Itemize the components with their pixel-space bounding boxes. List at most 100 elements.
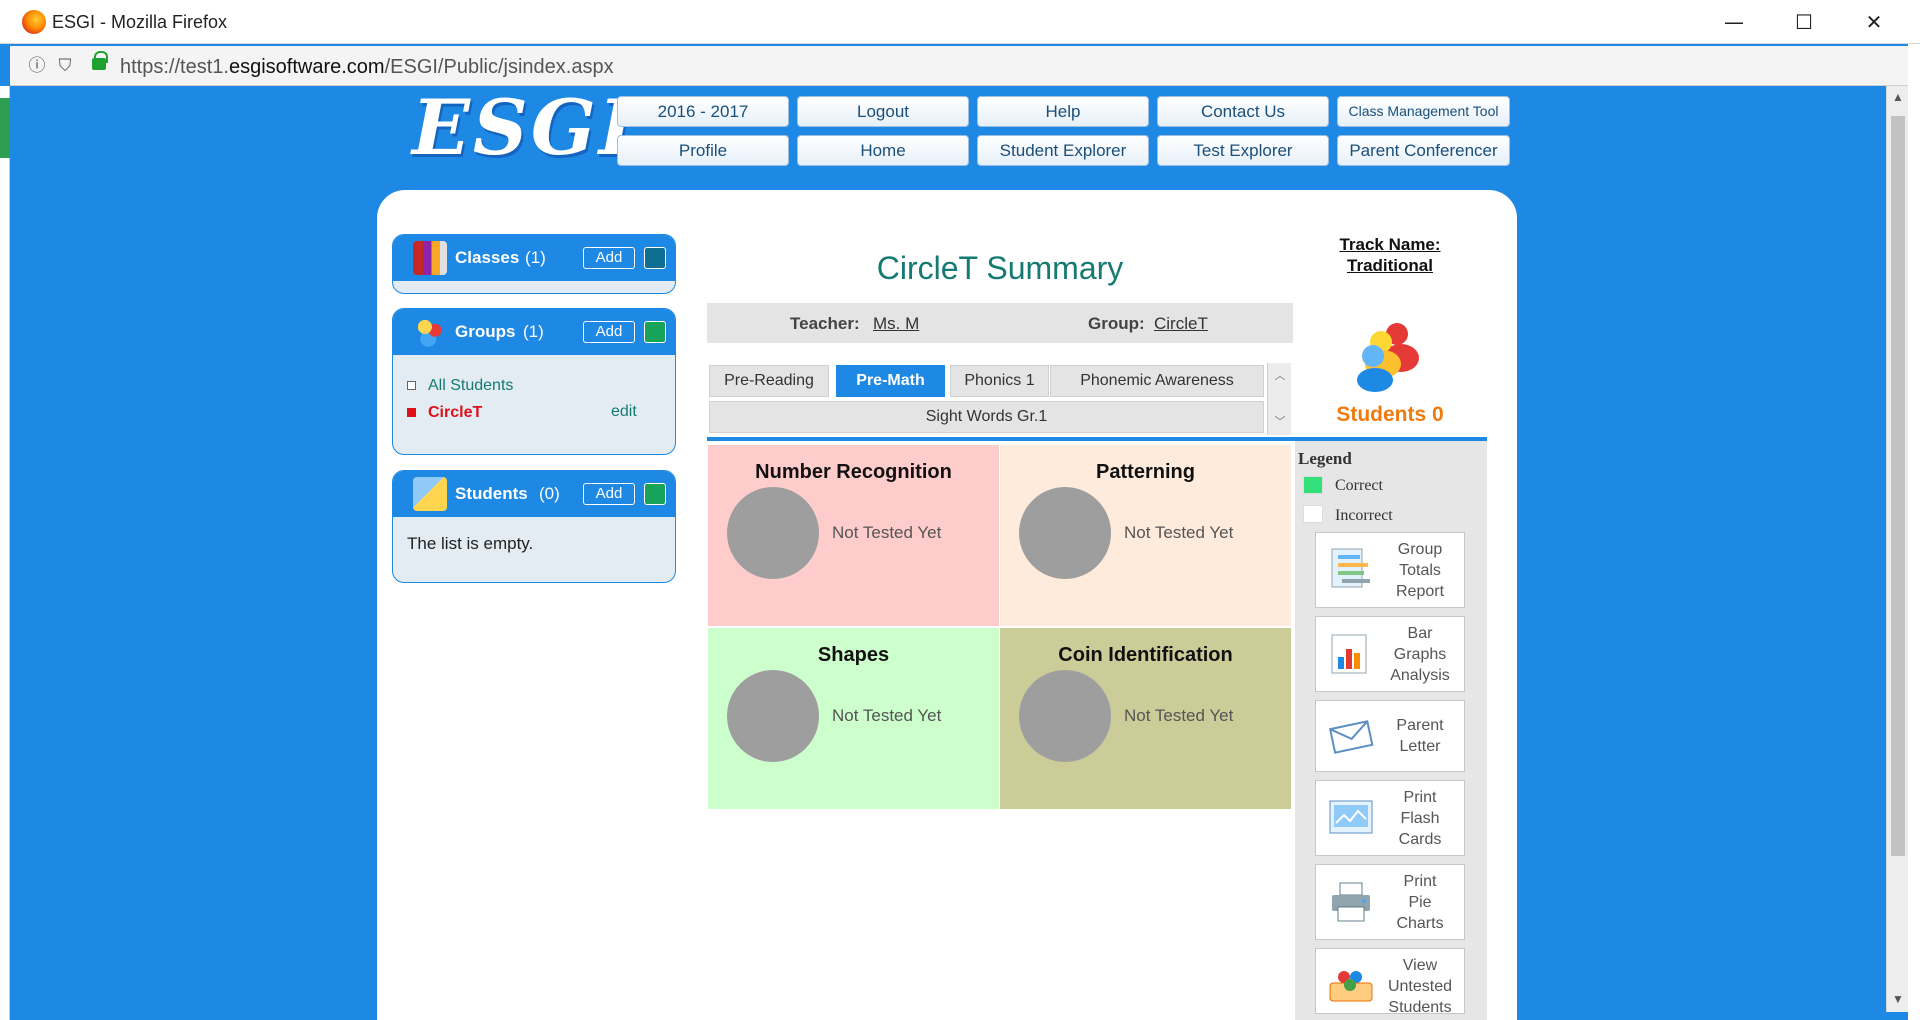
- students-icon: [1357, 323, 1419, 392]
- print-flash-cards-button[interactable]: Print Flash Cards: [1315, 780, 1465, 856]
- address-bar[interactable]: ⓘ ⛉ https://test1.esgisoftware.com/ESGI/…: [10, 46, 1910, 86]
- tabs-scroll-up-icon[interactable]: ︿: [1268, 367, 1292, 383]
- report-label-line: Totals: [1399, 562, 1441, 579]
- nav-school-year-button[interactable]: 2016 - 2017: [617, 96, 789, 127]
- students-header: Students (0) Add: [393, 471, 675, 517]
- students-panel: Students (0) Add The list is empty.: [392, 470, 676, 583]
- group-item-label: All Students: [428, 377, 514, 394]
- view-untested-students-button[interactable]: View Untested Students: [1315, 948, 1465, 1014]
- esgi-logo[interactable]: ESGI: [412, 88, 634, 168]
- add-student-button[interactable]: Add: [583, 483, 635, 505]
- students-folder-icon: [413, 477, 447, 511]
- parent-letter-button[interactable]: Parent Letter: [1315, 700, 1465, 772]
- classes-header: Classes (1) Add: [393, 235, 675, 281]
- background-window-edge: [0, 86, 10, 1020]
- maximize-button[interactable]: ☐: [1786, 8, 1822, 36]
- bar-graphs-analysis-button[interactable]: Bar Graphs Analysis: [1315, 616, 1465, 692]
- tab-pre-math[interactable]: Pre-Math: [836, 365, 945, 397]
- pie-chart[interactable]: [1019, 670, 1111, 762]
- subtest-status: Not Tested Yet: [832, 523, 942, 542]
- report-label-line: Letter: [1399, 738, 1441, 755]
- bar-graph-icon: [1331, 634, 1367, 674]
- edit-group-link[interactable]: edit: [611, 403, 637, 421]
- untested-students-icon: [1329, 971, 1373, 1002]
- report-label-line: Parent: [1396, 717, 1444, 734]
- students-collapse-icon[interactable]: [644, 483, 666, 505]
- group-bullet-icon: [407, 381, 416, 391]
- add-class-button[interactable]: Add: [583, 247, 635, 269]
- scroll-down-arrow-icon[interactable]: ▼: [1887, 988, 1909, 1010]
- legend-title: Legend: [1298, 449, 1352, 468]
- page-scrollbar[interactable]: ▲ ▼: [1886, 86, 1908, 1012]
- minimize-button[interactable]: —: [1716, 8, 1752, 36]
- group-totals-report-button[interactable]: Group Totals Report: [1315, 532, 1465, 608]
- subtest-cell-shapes[interactable]: Shapes Not Tested Yet: [708, 628, 999, 809]
- legend-label-incorrect: Incorrect: [1335, 507, 1393, 524]
- close-button[interactable]: ✕: [1856, 8, 1892, 36]
- nav-parent-conferencer-button[interactable]: Parent Conferencer: [1337, 135, 1510, 166]
- class-tools-icon[interactable]: [644, 247, 666, 269]
- page-title: CircleT Summary: [876, 250, 1124, 286]
- report-label-line: Flash: [1400, 810, 1440, 827]
- report-label-line: Print: [1403, 873, 1437, 890]
- report-label-line: Print: [1403, 789, 1437, 806]
- background-window-accent: [0, 98, 10, 158]
- track-value: Traditional: [1347, 256, 1433, 275]
- nav-contact-us-button[interactable]: Contact Us: [1157, 96, 1329, 127]
- teacher-group-bar: Teacher: Ms. M Group: CircleT: [707, 303, 1293, 343]
- report-label-line: View: [1402, 957, 1438, 974]
- groups-collapse-icon[interactable]: [644, 321, 666, 343]
- nav-home-button[interactable]: Home: [797, 135, 969, 166]
- info-icon[interactable]: ⓘ: [26, 55, 48, 77]
- nav-logout-button[interactable]: Logout: [797, 96, 969, 127]
- pie-chart[interactable]: [727, 670, 819, 762]
- tab-pre-reading[interactable]: Pre-Reading: [709, 365, 829, 397]
- report-label-line: Group: [1397, 541, 1443, 558]
- report-label-line: Untested: [1387, 978, 1453, 995]
- group-bullet-icon: [407, 408, 416, 418]
- group-item-circlet[interactable]: CircleT: [407, 404, 482, 422]
- subtest-title: Patterning: [1096, 461, 1195, 483]
- report-label-line: Students: [1388, 999, 1452, 1014]
- print-pie-charts-button[interactable]: Print Pie Charts: [1315, 864, 1465, 940]
- students-label: Students: [455, 484, 528, 503]
- tab-phonics-1[interactable]: Phonics 1: [950, 365, 1049, 397]
- group-link[interactable]: CircleT: [1154, 314, 1208, 334]
- classes-panel: Classes (1) Add: [392, 234, 676, 294]
- track-name[interactable]: Track Name: Traditional: [1300, 234, 1480, 276]
- subtest-title: Number Recognition: [755, 461, 952, 483]
- legend-swatch-incorrect: [1303, 505, 1323, 523]
- groups-icon: [413, 315, 447, 349]
- nav-help-button[interactable]: Help: [977, 96, 1149, 127]
- tabs-scrollbar[interactable]: ︿ ﹀: [1267, 363, 1291, 435]
- lock-icon[interactable]: [92, 51, 108, 70]
- pie-chart[interactable]: [727, 487, 819, 579]
- url-text[interactable]: https://test1.esgisoftware.com/ESGI/Publ…: [120, 56, 614, 79]
- nav-test-explorer-button[interactable]: Test Explorer: [1157, 135, 1329, 166]
- url-domain: esgisoftware.com: [228, 56, 385, 78]
- groups-label: Groups: [455, 322, 516, 341]
- subtest-cell-patterning[interactable]: Patterning Not Tested Yet: [1000, 445, 1291, 626]
- nav-profile-button[interactable]: Profile: [617, 135, 789, 166]
- report-icon: [1331, 548, 1370, 588]
- subtest-title: Shapes: [817, 644, 890, 666]
- scroll-up-arrow-icon[interactable]: ▲: [1887, 86, 1909, 108]
- add-group-button[interactable]: Add: [583, 321, 635, 343]
- group-item-all-students[interactable]: All Students: [407, 377, 513, 395]
- subtest-status: Not Tested Yet: [832, 706, 942, 725]
- shield-icon[interactable]: ⛉: [54, 55, 76, 77]
- window-title: ESGI - Mozilla Firefox: [52, 12, 228, 32]
- subtest-cell-number-recognition[interactable]: Number Recognition Not Tested Yet: [708, 445, 999, 626]
- report-label-line: Analysis: [1390, 667, 1450, 684]
- teacher-link[interactable]: Ms. M: [873, 314, 919, 334]
- tab-sight-words[interactable]: Sight Words Gr.1: [709, 401, 1264, 433]
- tab-phonemic-awareness[interactable]: Phonemic Awareness: [1050, 365, 1264, 397]
- report-label-line: Bar: [1407, 625, 1433, 642]
- subtest-cell-coin-identification[interactable]: Coin Identification Not Tested Yet: [1000, 628, 1291, 809]
- scrollbar-thumb[interactable]: [1891, 116, 1905, 856]
- nav-class-management-tool-button[interactable]: Class Management Tool: [1337, 96, 1510, 127]
- tabs-scroll-down-icon[interactable]: ﹀: [1268, 413, 1292, 429]
- nav-student-explorer-button[interactable]: Student Explorer: [977, 135, 1149, 166]
- pie-chart[interactable]: [1019, 487, 1111, 579]
- track-label: Track Name:: [1339, 235, 1441, 254]
